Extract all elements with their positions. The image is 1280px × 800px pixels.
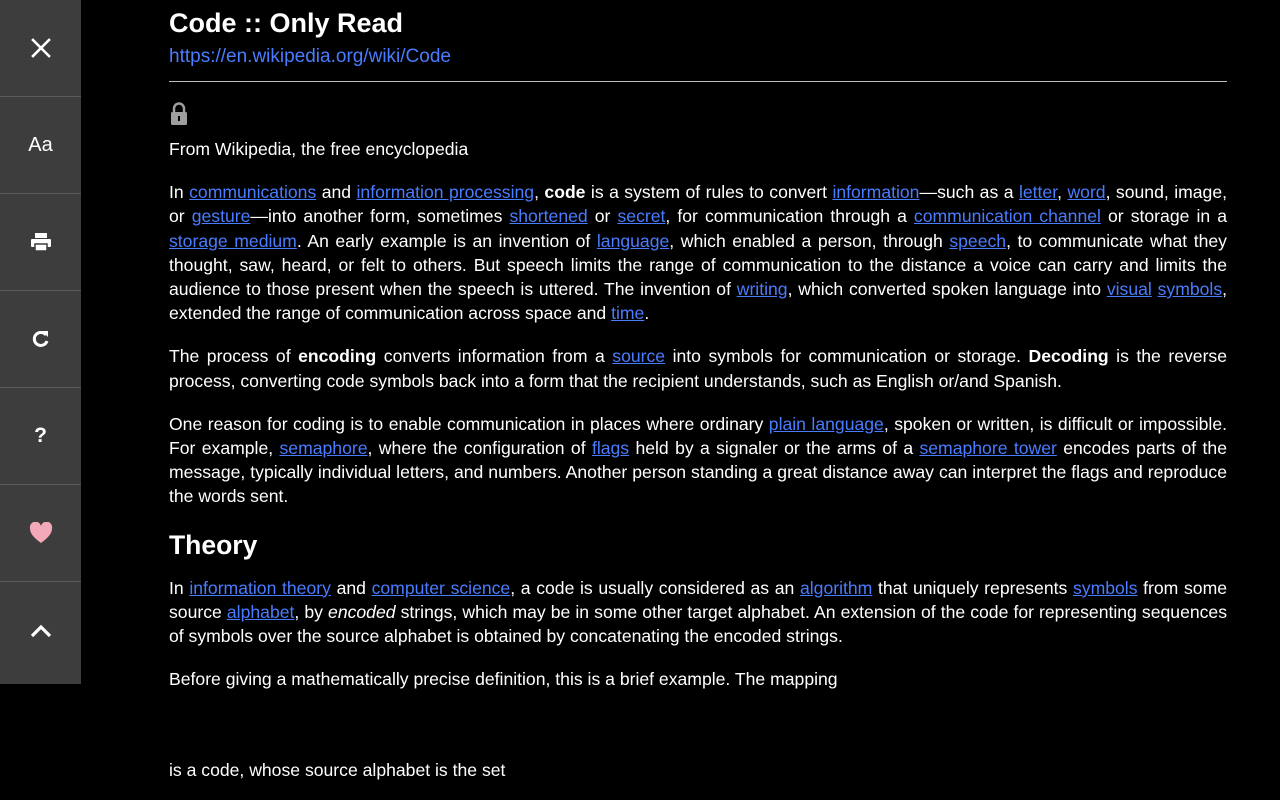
print-icon (30, 233, 51, 252)
link-storage-medium[interactable]: storage medium (169, 231, 297, 251)
link-source[interactable]: source (612, 346, 665, 366)
section-heading-theory: Theory (169, 529, 258, 560)
paragraph-source-alphabet: is a code, whose source alphabet is the … (169, 760, 506, 781)
link-communication-channel[interactable]: communication channel (914, 206, 1101, 226)
source-url-link[interactable]: https://en.wikipedia.org/wiki/Code (169, 45, 1227, 69)
scroll-top-button[interactable] (0, 582, 81, 679)
article-content: Code :: Only Read https://en.wikipedia.o… (169, 0, 1227, 783)
reader-toolbar: Aa ? (0, 0, 81, 684)
link-word[interactable]: word (1067, 182, 1105, 202)
refresh-icon (32, 330, 48, 347)
link-language[interactable]: language (597, 231, 669, 251)
help-icon: ? (34, 424, 47, 447)
paragraph-intro: In communications and information proces… (169, 182, 1228, 324)
link-algorithm[interactable]: algorithm (800, 578, 872, 598)
link-communications[interactable]: communications (189, 182, 316, 202)
link-symbols[interactable]: symbols (1158, 279, 1223, 299)
link-secret[interactable]: secret (617, 206, 665, 226)
paragraph-reason: One reason for coding is to enable commu… (169, 413, 1228, 507)
lock-icon (169, 101, 1227, 127)
header-divider (169, 81, 1227, 82)
wiki-tagline: From Wikipedia, the free encyclopedia (169, 139, 469, 159)
print-button[interactable] (0, 194, 81, 291)
link-alphabet[interactable]: alphabet (227, 602, 295, 622)
link-computer-science[interactable]: computer science (372, 578, 511, 598)
link-letter[interactable]: letter (1019, 182, 1057, 202)
paragraph-mapping: Before giving a mathematically precise d… (169, 669, 838, 690)
chevron-up-icon (30, 624, 51, 637)
formula-placeholder (169, 691, 1227, 758)
link-plain-language[interactable]: plain language (769, 414, 884, 434)
link-writing[interactable]: writing (737, 279, 788, 299)
font-size-button[interactable]: Aa (0, 97, 81, 194)
link-gesture[interactable]: gesture (192, 206, 251, 226)
link-visual[interactable]: visual (1107, 279, 1152, 299)
paragraph-theory: In information theory and computer scien… (169, 577, 1228, 647)
link-semaphore[interactable]: semaphore (279, 438, 367, 458)
close-button[interactable] (0, 0, 81, 97)
paragraph-encoding: The process of encoding converts informa… (169, 346, 1228, 391)
link-flags[interactable]: flags (592, 438, 629, 458)
help-button[interactable]: ? (0, 388, 81, 485)
link-shortened[interactable]: shortened (509, 206, 587, 226)
link-symbols-theory[interactable]: symbols (1073, 578, 1138, 598)
font-size-icon: Aa (28, 133, 53, 156)
link-information-theory[interactable]: information theory (189, 578, 331, 598)
refresh-button[interactable] (0, 291, 81, 388)
close-icon (30, 38, 51, 58)
heart-icon (29, 522, 52, 543)
link-time[interactable]: time (611, 303, 644, 323)
like-button[interactable] (0, 485, 81, 582)
page-title: Code :: Only Read (169, 8, 404, 38)
link-information-processing[interactable]: information processing (357, 182, 535, 202)
link-semaphore-tower[interactable]: semaphore tower (919, 438, 1056, 458)
link-speech[interactable]: speech (949, 231, 1006, 251)
link-information[interactable]: information (832, 182, 919, 202)
